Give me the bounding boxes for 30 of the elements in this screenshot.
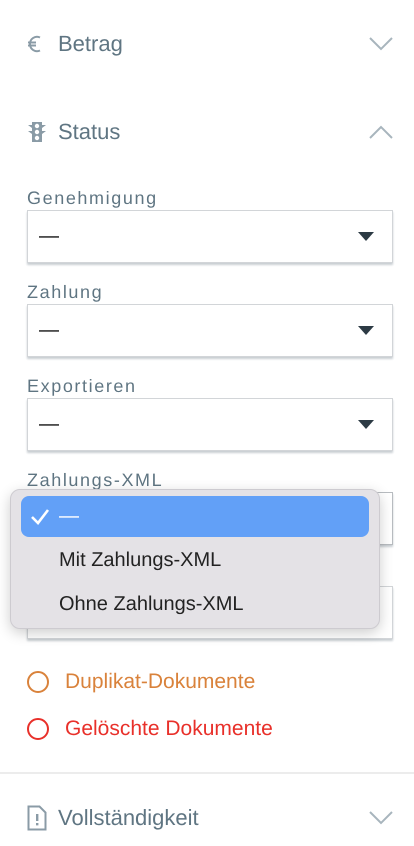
menu-option[interactable]: Ohne Zahlungs-XML bbox=[21, 582, 369, 626]
traffic-light-icon bbox=[27, 120, 47, 144]
section-header[interactable]: Status bbox=[0, 88, 414, 176]
document-warning-icon bbox=[27, 805, 47, 831]
chevron-up-icon[interactable] bbox=[369, 125, 393, 139]
field-label: Genehmigung bbox=[27, 188, 158, 208]
field-label: Exportieren bbox=[27, 376, 137, 396]
section-header[interactable]: Vollständigkeit bbox=[0, 774, 414, 846]
chevron-down-icon[interactable] bbox=[369, 811, 393, 825]
section-header[interactable]: Betrag bbox=[0, 0, 414, 88]
select-field[interactable]: — bbox=[27, 210, 393, 263]
chevron-down-icon[interactable] bbox=[369, 37, 393, 51]
caret-icon bbox=[358, 232, 374, 241]
menu-option[interactable]: Mit Zahlungs-XML bbox=[21, 538, 369, 582]
checkmark-icon bbox=[30, 509, 50, 525]
select-field[interactable]: — bbox=[27, 398, 393, 451]
select-value: — bbox=[39, 413, 59, 436]
select-value: — bbox=[39, 225, 59, 248]
select-field[interactable]: — bbox=[27, 304, 393, 357]
caret-icon bbox=[358, 326, 374, 335]
radio-button[interactable] bbox=[27, 670, 49, 692]
euro-icon bbox=[27, 34, 41, 54]
select-value: — bbox=[39, 319, 59, 342]
option-label[interactable]: Gelöschte Dokumente bbox=[65, 716, 273, 740]
field-label: Zahlungs-XML bbox=[27, 470, 164, 490]
caret-icon bbox=[358, 420, 374, 429]
field-label: Zahlung bbox=[27, 282, 104, 302]
radio-button[interactable] bbox=[27, 718, 49, 740]
option-label[interactable]: Duplikat-Dokumente bbox=[65, 670, 256, 694]
menu-option[interactable]: — bbox=[21, 496, 369, 537]
